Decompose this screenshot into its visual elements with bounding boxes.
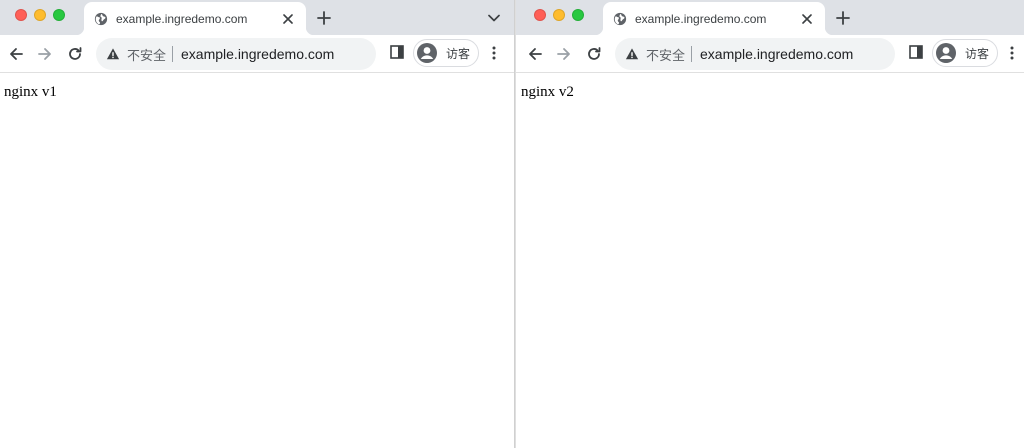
- security-label[interactable]: 不安全: [646, 45, 685, 64]
- new-tab-button[interactable]: [313, 7, 335, 29]
- url-text[interactable]: example.ingredemo.com: [700, 46, 853, 62]
- arrow-right-icon: [557, 48, 570, 60]
- tab-title: example.ingredemo.com: [116, 11, 248, 26]
- forward-button[interactable]: [552, 42, 576, 66]
- profile-button[interactable]: 访客: [413, 39, 480, 67]
- tab-close-button[interactable]: [799, 11, 815, 27]
- avatar-icon: [417, 43, 437, 63]
- url-text[interactable]: example.ingredemo.com: [181, 46, 334, 62]
- page-content: nginx v2: [516, 73, 1024, 448]
- back-button[interactable]: [523, 42, 547, 66]
- page-body-text: nginx v1: [4, 84, 57, 100]
- browser-window-right: example.ingredemo.com 不安全 example.ingred…: [516, 0, 1024, 448]
- close-icon: [802, 13, 812, 24]
- window-controls: [534, 9, 584, 21]
- plus-icon: [317, 11, 331, 25]
- tab-strip: example.ingredemo.com: [0, 0, 514, 35]
- forward-button[interactable]: [33, 42, 57, 66]
- reload-button[interactable]: [582, 42, 606, 66]
- close-window-button[interactable]: [15, 9, 27, 21]
- side-panel-icon[interactable]: [390, 45, 404, 59]
- omnibox-separator: [172, 46, 174, 62]
- profile-button[interactable]: 访客: [932, 39, 999, 67]
- globe-icon: [613, 12, 627, 25]
- browser-menu-button[interactable]: [1004, 44, 1020, 62]
- reload-icon: [588, 47, 601, 60]
- warning-icon: [106, 48, 120, 60]
- arrow-left-icon: [10, 48, 23, 60]
- browser-toolbar: 不安全 example.ingredemo.com 访客: [0, 35, 514, 73]
- browser-toolbar: 不安全 example.ingredemo.com 访客: [516, 35, 1024, 73]
- window-controls: [15, 9, 65, 21]
- back-button[interactable]: [4, 42, 28, 66]
- profile-label: 访客: [446, 46, 471, 61]
- plus-icon: [836, 11, 850, 25]
- side-panel-icon[interactable]: [909, 45, 923, 59]
- arrow-left-icon: [529, 48, 542, 60]
- tab-active[interactable]: example.ingredemo.com: [76, 2, 314, 35]
- minimize-window-button[interactable]: [34, 9, 46, 21]
- page-content: nginx v1: [0, 73, 514, 448]
- warning-icon: [625, 48, 639, 60]
- close-icon: [283, 13, 293, 24]
- security-label[interactable]: 不安全: [127, 45, 166, 64]
- chevron-down-icon: [488, 14, 500, 22]
- browser-menu-button[interactable]: [486, 44, 502, 62]
- globe-icon: [94, 12, 108, 25]
- omnibox-separator: [691, 46, 693, 62]
- close-window-button[interactable]: [534, 9, 546, 21]
- minimize-window-button[interactable]: [553, 9, 565, 21]
- kebab-menu-icon: [1010, 46, 1014, 60]
- page-body-text: nginx v2: [521, 84, 574, 100]
- reload-button[interactable]: [63, 42, 87, 66]
- arrow-right-icon: [38, 48, 51, 60]
- new-tab-button[interactable]: [832, 7, 854, 29]
- tab-close-button[interactable]: [280, 11, 296, 27]
- tab-title: example.ingredemo.com: [635, 11, 767, 26]
- kebab-menu-icon: [492, 46, 496, 60]
- maximize-window-button[interactable]: [572, 9, 584, 21]
- maximize-window-button[interactable]: [53, 9, 65, 21]
- reload-icon: [69, 47, 82, 60]
- address-bar[interactable]: 不安全 example.ingredemo.com: [96, 38, 376, 70]
- profile-label: 访客: [965, 46, 990, 61]
- browser-window-left: example.ingredemo.com 不安全 example.ingred…: [0, 0, 514, 448]
- address-bar[interactable]: 不安全 example.ingredemo.com: [615, 38, 895, 70]
- avatar-icon: [936, 43, 956, 63]
- tab-search-button[interactable]: [485, 9, 503, 27]
- tab-active[interactable]: example.ingredemo.com: [595, 2, 833, 35]
- tab-strip: example.ingredemo.com: [516, 0, 1024, 35]
